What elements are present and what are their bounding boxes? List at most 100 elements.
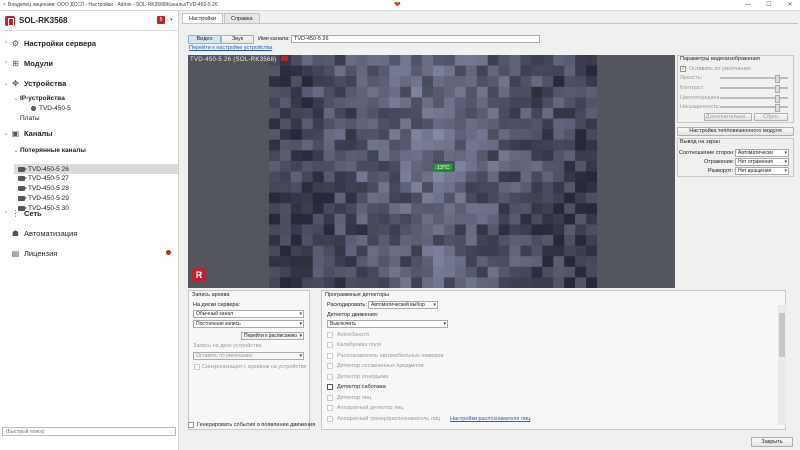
sync-checkbox[interactable] xyxy=(194,364,200,370)
saturation-slider[interactable] xyxy=(720,104,788,112)
reset-button[interactable]: Сброс xyxy=(754,113,788,121)
channel-item[interactable]: TVD-450-5 27 xyxy=(18,175,69,182)
detector-checkbox[interactable] xyxy=(327,342,333,348)
advanced-button[interactable]: Дополнительно... xyxy=(704,113,752,121)
mirror-select[interactable]: Нет отражения xyxy=(735,158,789,166)
thermal-settings-button[interactable]: Настройка тепловизионного модуля xyxy=(677,127,794,136)
camera-icon xyxy=(18,186,27,191)
keep-default-label: Оставить по умолчанию xyxy=(689,66,751,72)
tree-item-ip-devices[interactable]: ⌄ IP-устройства xyxy=(12,95,64,102)
channel-name-field[interactable]: TVD-450-5 26 xyxy=(291,35,540,43)
tree-item-boards[interactable]: Платы xyxy=(20,115,40,122)
heart-icon: ❤ xyxy=(394,0,401,9)
detector-item[interactable]: Детектор оставленных предметов xyxy=(327,363,424,369)
motion-detector-select[interactable]: Выключить xyxy=(327,320,448,328)
keep-default-checkbox[interactable] xyxy=(680,65,686,72)
generate-events-checkbox[interactable] xyxy=(188,422,194,428)
detector-item[interactable]: Калибровка поля xyxy=(327,342,381,348)
detector-checkbox[interactable] xyxy=(327,384,333,390)
gear-icon: ⚙ xyxy=(11,38,20,48)
decode-select[interactable]: Автоматический выбор xyxy=(368,301,438,309)
video-button[interactable]: Видео xyxy=(188,35,221,44)
tree-item-ip-device[interactable]: TVD-450-5 xyxy=(31,105,71,112)
tree-item-channels[interactable]: ⌄ ▣ Каналы xyxy=(2,128,52,138)
detector-item[interactable]: Детектор огня/дыма xyxy=(327,374,388,380)
detector-checkbox[interactable] xyxy=(327,353,333,359)
devices-icon: ✥ xyxy=(12,78,19,88)
motion-detector-label: Детектор движения: xyxy=(327,312,379,318)
detector-item[interactable]: ActiveSearch xyxy=(327,332,369,338)
detectors-scrollbar[interactable] xyxy=(778,305,786,425)
rotate-label: Разворот: xyxy=(708,168,733,174)
expand-arrow-icon[interactable]: › xyxy=(2,210,10,216)
face-recognizer-settings-link[interactable]: Настройки распознавателя лиц xyxy=(450,416,530,422)
tree-item-network[interactable]: › ⋮ Сеть xyxy=(2,208,42,218)
channel-item[interactable]: TVD-450-5 29 xyxy=(18,195,69,202)
color-slider[interactable] xyxy=(720,95,788,103)
device-disk-select[interactable]: Оставить по умолчанию xyxy=(193,352,304,360)
detector-checkbox[interactable] xyxy=(327,395,333,401)
scrollbar-thumb[interactable] xyxy=(779,313,785,357)
device-status-icon xyxy=(31,106,36,111)
device-disk-label: Запись на диск устройства xyxy=(193,343,262,349)
saturation-label: Насыщенность: xyxy=(680,104,721,110)
detector-item[interactable]: Распознаватель автомобильных номеров xyxy=(327,353,443,359)
main-tabs: Настройки Справка xyxy=(182,13,261,23)
brightness-label: Яркость: xyxy=(680,75,703,81)
video-preview[interactable]: TVD-450-5 26 (SOL-RK3568) 13°C R xyxy=(188,55,675,288)
tree-item-devices[interactable]: ⌄ ✥ Устройства xyxy=(2,78,66,88)
minimize-button[interactable]: — xyxy=(741,0,755,11)
camera-channels-icon: ▣ xyxy=(11,128,20,138)
expand-arrow-icon[interactable]: › xyxy=(2,60,10,66)
tree-item-license[interactable]: ▤ Лицензия xyxy=(2,248,58,258)
chevron-down-icon[interactable]: ▾ xyxy=(170,17,173,23)
detector-item[interactable]: Аппаратный трекер/распознаватель лиц xyxy=(327,416,440,422)
maximize-button[interactable]: ☐ xyxy=(762,0,776,11)
tab-help[interactable]: Справка xyxy=(223,13,260,23)
recording-indicator-icon xyxy=(281,56,288,61)
detector-item[interactable]: Детектор лиц xyxy=(327,395,371,401)
tree-item-server-settings[interactable]: › ⚙ Настройки сервера xyxy=(2,38,96,48)
license-alert-icon xyxy=(166,250,171,255)
tree-item-modules[interactable]: › ⊞ Модули xyxy=(2,58,53,68)
brightness-slider[interactable] xyxy=(720,75,788,83)
tree-item-automation[interactable]: ☗ Автоматизация xyxy=(2,228,77,238)
aspect-select[interactable]: Автоматически xyxy=(735,149,789,157)
quick-search-input[interactable] xyxy=(2,427,176,436)
tree-item-lost-channels[interactable]: ⌄ Потерянные каналы xyxy=(12,147,85,154)
back-arrow-icon[interactable]: < xyxy=(3,2,6,8)
server-header[interactable]: SOL-RK3568 5 ▾ xyxy=(0,11,179,31)
collapse-arrow-icon[interactable]: ⌄ xyxy=(12,147,20,154)
collapse-arrow-icon[interactable]: ⌄ xyxy=(2,130,10,137)
record-mode-select[interactable]: Постоянная запись xyxy=(193,320,304,328)
close-window-button[interactable]: ✕ xyxy=(783,0,797,11)
contrast-label: Контраст: xyxy=(680,85,705,91)
detector-item[interactable]: Аппаратный детектор лиц xyxy=(327,405,403,411)
close-button[interactable]: Закрыть xyxy=(751,437,793,447)
channel-item[interactable]: TVD-450-5 26 xyxy=(14,164,178,174)
channel-item[interactable]: TVD-450-5 28 xyxy=(18,185,69,192)
screen-output-title: Вывод на экран xyxy=(680,139,721,145)
detector-checkbox[interactable] xyxy=(327,332,333,338)
schedule-button[interactable]: Перейти к расписанию xyxy=(241,332,304,340)
expand-arrow-icon[interactable]: › xyxy=(2,40,10,46)
detector-checkbox[interactable] xyxy=(327,374,333,380)
audio-button[interactable]: Звук xyxy=(221,35,254,44)
server-name: SOL-RK3568 xyxy=(19,16,68,25)
thermal-image xyxy=(269,55,597,288)
collapse-arrow-icon[interactable]: ⌄ xyxy=(2,80,10,87)
channel-type-select[interactable]: Обычный канал xyxy=(193,310,304,318)
device-settings-link[interactable]: Перейти к настройке устройства xyxy=(189,45,272,51)
detector-checkbox[interactable] xyxy=(327,405,333,411)
archive-title: Запись архива xyxy=(192,292,230,298)
notification-badge[interactable]: 5 xyxy=(157,16,165,24)
aspect-label: Соотношение сторон: xyxy=(679,150,735,156)
collapse-arrow-icon[interactable]: ⌄ xyxy=(12,95,20,102)
detector-checkbox[interactable] xyxy=(327,416,333,422)
detector-item[interactable]: Детектор саботажа xyxy=(327,384,386,390)
contrast-slider[interactable] xyxy=(720,85,788,93)
rotate-select[interactable]: Нет вращения xyxy=(735,167,789,175)
detector-checkbox[interactable] xyxy=(327,363,333,369)
tab-settings[interactable]: Настройки xyxy=(182,13,223,23)
server-disks-label: На диски сервера: xyxy=(193,302,241,308)
